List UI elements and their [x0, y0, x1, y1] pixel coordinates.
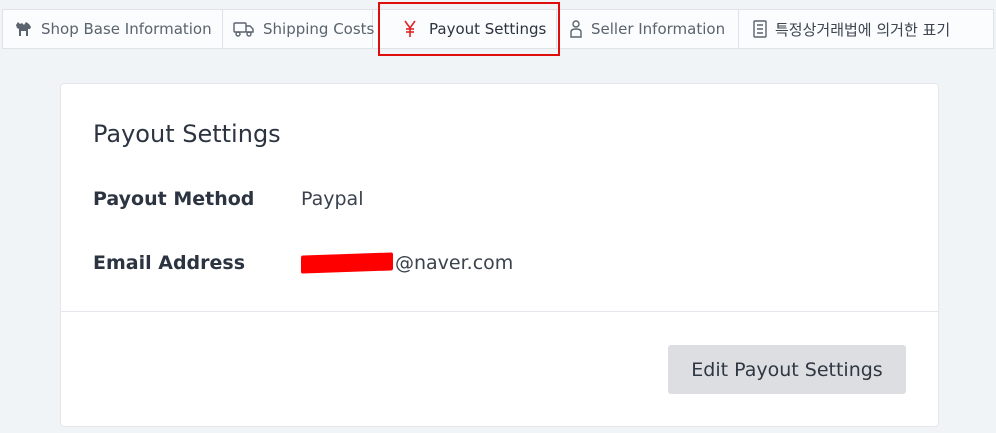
document-icon: [753, 20, 767, 38]
tab-payout-settings[interactable]: Payout Settings: [387, 10, 557, 48]
payout-method-label: Payout Method: [93, 188, 255, 210]
card-title: Payout Settings: [93, 120, 281, 148]
tab-shipping-costs[interactable]: Shipping Costs: [223, 10, 375, 48]
tab-label: Shipping Costs: [263, 20, 375, 38]
tab-label: Payout Settings: [429, 20, 547, 38]
card-divider: [61, 311, 938, 312]
email-domain: @naver.com: [395, 252, 514, 274]
person-icon: [569, 20, 583, 38]
payout-settings-card: Payout Settings Payout Method Paypal Ema…: [60, 83, 939, 427]
tab-specified-commercial-transactions[interactable]: 특정상거래법에 의거한 표기: [739, 10, 995, 48]
email-address-label: Email Address: [93, 252, 246, 274]
tab-shop-base-information[interactable]: Shop Base Information: [3, 10, 223, 48]
settings-tab-bar: Shop Base Information Shipping Costs Pay…: [2, 9, 994, 49]
tab-label: Shop Base Information: [41, 20, 212, 38]
edit-payout-settings-button[interactable]: Edit Payout Settings: [668, 345, 906, 394]
truck-icon: [233, 21, 255, 37]
tab-label: 특정상거래법에 의거한 표기: [775, 20, 951, 39]
tab-label: Seller Information: [591, 20, 726, 38]
email-address-value: @naver.com: [301, 252, 513, 274]
payout-method-value: Paypal: [301, 188, 364, 210]
camel-icon: [15, 21, 33, 37]
yen-icon: [403, 20, 417, 38]
tab-seller-information[interactable]: Seller Information: [557, 10, 739, 48]
redaction-mark: [301, 252, 393, 274]
